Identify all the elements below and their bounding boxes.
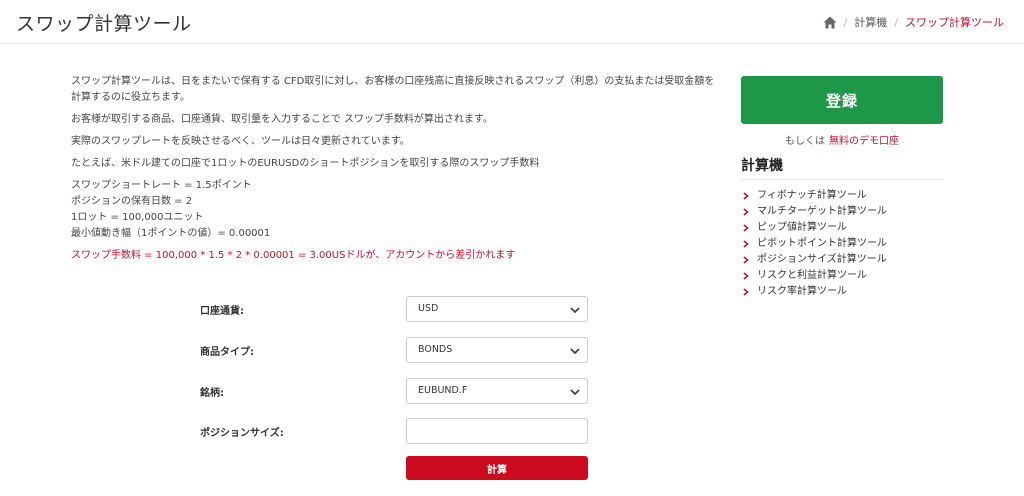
calculator-link-pivot-point[interactable]: ピボットポイント計算ツール — [741, 236, 943, 252]
position-size-label: ポジションサイズ: — [200, 428, 284, 439]
calculate-row: 計算 — [200, 456, 590, 482]
or-text: もしくは — [785, 136, 825, 147]
calculator-link-risk-reward[interactable]: リスクと利益計算ツール — [741, 268, 943, 284]
demo-line: もしくは 無料のデモ口座 — [741, 132, 943, 147]
chevron-down-icon — [570, 307, 580, 314]
position-size-row: ポジションサイズ: — [200, 418, 590, 444]
example-text: たとえば、米ドル建ての口座で1ロットのEURUSDのショートポジションを取引する… — [71, 158, 540, 169]
select-value: EUBUND.F — [418, 385, 468, 396]
chevron-right-icon — [743, 272, 749, 280]
calculator-link-label: リスク率計算ツール — [757, 286, 847, 297]
calculator-link-label: ポジションサイズ計算ツール — [757, 254, 887, 265]
chevron-right-icon — [743, 240, 749, 248]
page-title: スワップ計算ツール — [16, 13, 192, 35]
product-type-row: 商品タイプ: BONDS — [200, 337, 590, 363]
breadcrumb-current: スワップ計算ツール — [905, 16, 1004, 29]
calculate-button[interactable]: 計算 — [406, 456, 588, 480]
demo-account-link[interactable]: 無料のデモ口座 — [829, 136, 899, 147]
calculator-link-label: マルチターゲット計算ツール — [757, 206, 887, 217]
breadcrumb-separator: / — [894, 15, 898, 29]
symbol-select[interactable]: EUBUND.F — [406, 378, 588, 404]
position-size-input[interactable] — [406, 418, 588, 444]
calculator-list: フィボナッチ計算ツール マルチターゲット計算ツール ピップ値計算ツール ピボット… — [741, 188, 943, 300]
calculator-link-label: ピボットポイント計算ツール — [757, 238, 887, 249]
calculator-link-multi-target[interactable]: マルチターゲット計算ツール — [741, 204, 943, 220]
register-button[interactable]: 登録 — [741, 76, 943, 124]
calculator-link-label: ピップ値計算ツール — [757, 222, 847, 233]
intro-text: スワップ計算ツールは、日をまたいで保有する CFD取引に対し、お客様の口座残高に… — [71, 76, 715, 103]
example-line: 最小値動き幅（1ポイントの値）= 0.00001 — [71, 228, 271, 239]
top-bar: スワップ計算ツール / 計算機 / スワップ計算ツール — [0, 0, 1024, 44]
select-value: USD — [418, 303, 439, 314]
example-line: ポジションの保有日数 = 2 — [71, 196, 193, 207]
example-line: 1ロット = 100,000ユニット — [71, 212, 204, 223]
chevron-right-icon — [743, 208, 749, 216]
sidebar: 登録 もしくは 無料のデモ口座 計算機 フィボナッチ計算ツール マルチターゲット計… — [741, 76, 943, 300]
chevron-right-icon — [743, 288, 749, 296]
example-result: スワップ手数料 = 100,000 * 1.5 * 2 * 0.00001 = … — [71, 250, 516, 261]
example-values: スワップショートレート = 1.5ポイント ポジションの保有日数 = 2 1ロッ… — [71, 178, 721, 242]
chevron-right-icon — [743, 256, 749, 264]
description: スワップ計算ツールは、日をまたいで保有する CFD取引に対し、お客様の口座残高に… — [71, 74, 721, 270]
breadcrumb: / 計算機 / スワップ計算ツール — [823, 14, 1004, 30]
chevron-right-icon — [743, 224, 749, 232]
home-icon[interactable] — [823, 16, 837, 29]
calculator-link-risk-rate[interactable]: リスク率計算ツール — [741, 284, 943, 300]
calculator-link-label: リスクと利益計算ツール — [757, 270, 867, 281]
symbol-label: 銘柄: — [200, 388, 224, 399]
example-line: スワップショートレート = 1.5ポイント — [71, 180, 252, 191]
breadcrumb-calculators[interactable]: 計算機 — [854, 14, 887, 30]
symbol-row: 銘柄: EUBUND.F — [200, 378, 590, 404]
product-type-label: 商品タイプ: — [200, 347, 254, 358]
product-type-select[interactable]: BONDS — [406, 337, 588, 363]
update-text: 実際のスワップレートを反映させるべく、ツールは日々更新されています。 — [71, 136, 410, 147]
calculator-link-pip-value[interactable]: ピップ値計算ツール — [741, 220, 943, 236]
account-currency-select[interactable]: USD — [406, 296, 588, 322]
breadcrumb-separator: / — [843, 15, 848, 29]
account-currency-label: 口座通貨: — [200, 306, 244, 317]
chevron-down-icon — [570, 348, 580, 355]
account-currency-row: 口座通貨: USD — [200, 296, 590, 322]
chevron-down-icon — [570, 389, 580, 396]
inputs-text: お客様が取引する商品、口座通貨、取引量を入力することで スワップ手数料が算出され… — [71, 114, 493, 125]
calculator-link-position-size[interactable]: ポジションサイズ計算ツール — [741, 252, 943, 268]
calculators-heading: 計算機 — [741, 155, 943, 180]
select-value: BONDS — [418, 344, 453, 355]
chevron-right-icon — [743, 192, 749, 200]
calculator-link-fibonacci[interactable]: フィボナッチ計算ツール — [741, 188, 943, 204]
calculator-link-label: フィボナッチ計算ツール — [757, 190, 867, 201]
